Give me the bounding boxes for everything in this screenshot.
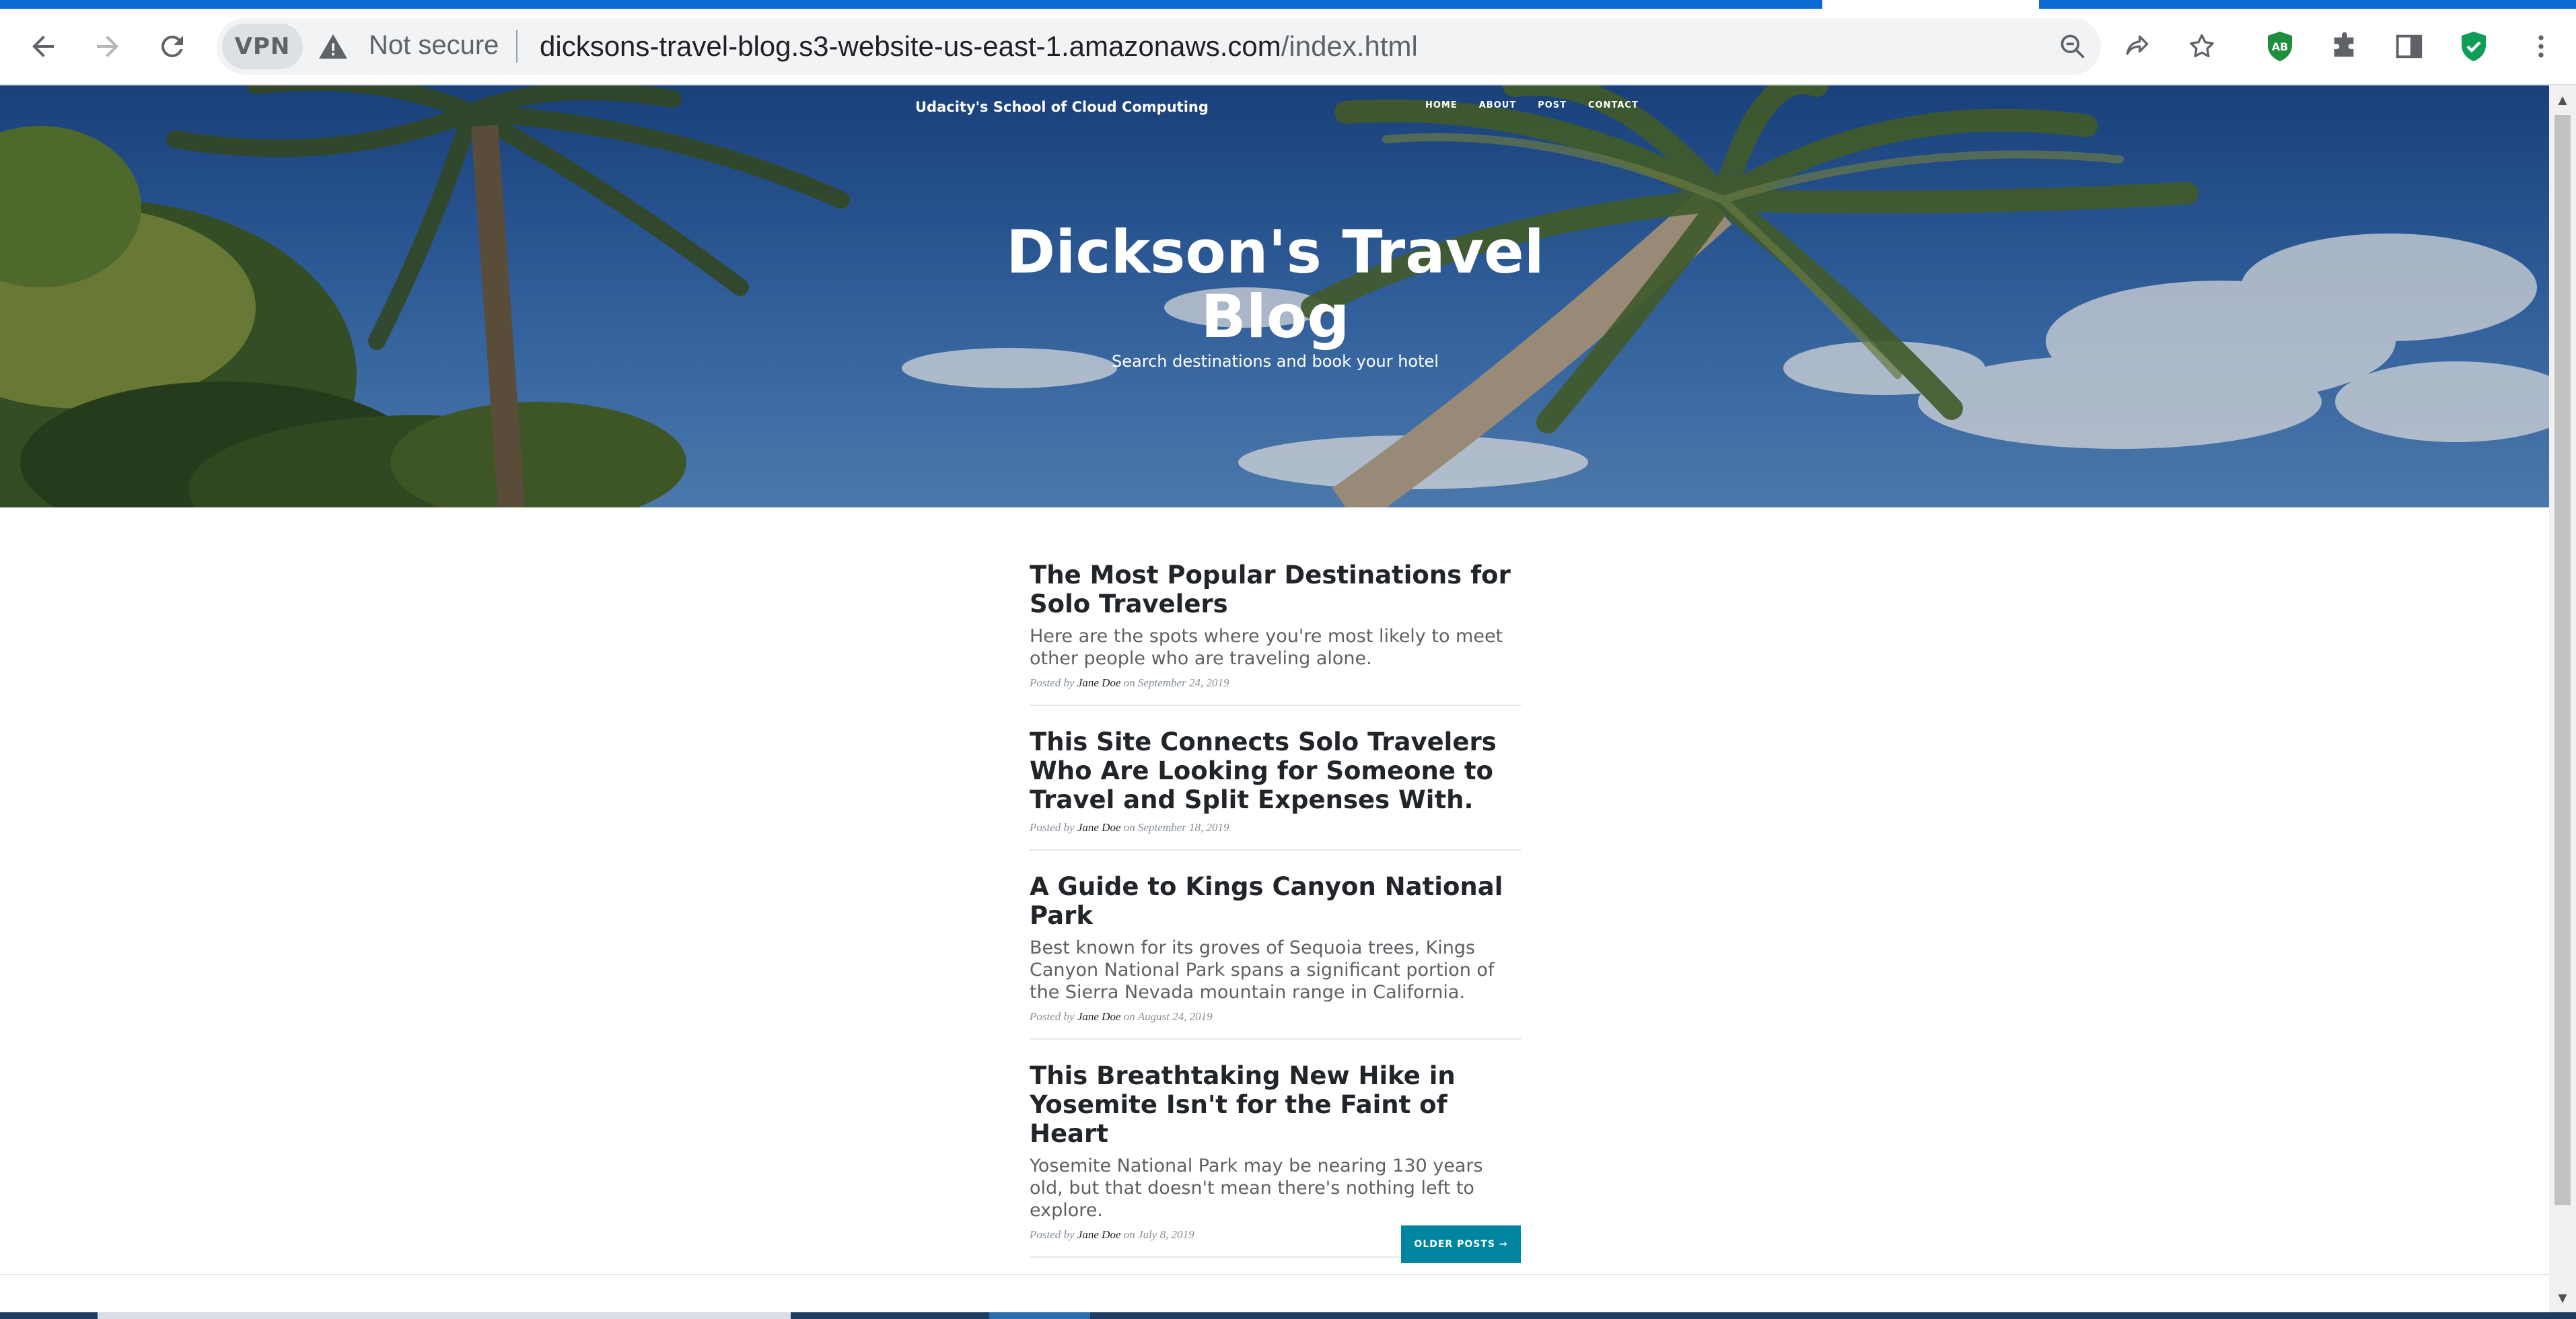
post-meta-prefix: Posted by	[1030, 1010, 1075, 1023]
tab-strip	[0, 0, 2576, 9]
url-text[interactable]: dicksons-travel-blog.s3-website-us-east-…	[540, 30, 1418, 63]
address-bar[interactable]: VPN Not secure dicksons-travel-blog.s3-w…	[217, 18, 2214, 75]
post-title[interactable]: The Most Popular Destinations for Solo T…	[1030, 561, 1521, 618]
post-title[interactable]: This Site Connects Solo Travelers Who Ar…	[1030, 727, 1521, 814]
taskbar-strip	[0, 1312, 2576, 1319]
back-icon[interactable]	[24, 28, 62, 65]
vpn-badge[interactable]: VPN	[222, 24, 303, 69]
post-date: on July 8, 2019	[1123, 1228, 1194, 1241]
hero-header: Udacity's School of Cloud Computing HOME…	[0, 85, 2549, 507]
url-path: /index.html	[1281, 30, 1418, 62]
nav-about[interactable]: ABOUT	[1479, 100, 1516, 110]
post-date: on September 18, 2019	[1123, 821, 1229, 834]
vertical-scrollbar[interactable]: ▲ ▼	[2549, 85, 2576, 1312]
post-meta: Posted by Jane Doe on September 18, 2019	[1030, 821, 1521, 834]
taskbar-segment	[989, 1312, 1090, 1319]
post-subtitle[interactable]: Here are the spots where you're most lik…	[1030, 625, 1521, 670]
post-author[interactable]: Jane Doe	[1077, 1010, 1121, 1023]
post-author[interactable]: Jane Doe	[1077, 676, 1121, 689]
scroll-up-icon[interactable]: ▲	[2554, 92, 2571, 108]
post-meta-prefix: Posted by	[1030, 1228, 1075, 1241]
hero-subtitle: Search destinations and book your hotel	[1112, 352, 1439, 371]
hero-title: Dickson's Travel Blog	[1006, 217, 1544, 351]
nav-home[interactable]: HOME	[1425, 100, 1458, 110]
site-brand[interactable]: Udacity's School of Cloud Computing	[915, 99, 1209, 115]
browser-toolbar: VPN Not secure dicksons-travel-blog.s3-w…	[0, 9, 2576, 85]
footer-divider	[0, 1274, 2549, 1275]
browser-menu-icon[interactable]	[2524, 29, 2559, 64]
omnibox-divider	[516, 30, 517, 63]
warning-icon[interactable]	[318, 32, 349, 63]
post-title[interactable]: A Guide to Kings Canyon National Park	[1030, 872, 1521, 930]
post-preview: A Guide to Kings Canyon National Park Be…	[1030, 872, 1521, 1040]
taskbar-segment	[98, 1312, 791, 1319]
active-tab[interactable]	[1822, 0, 2039, 9]
post-author[interactable]: Jane Doe	[1077, 1228, 1121, 1241]
extensions-puzzle-icon[interactable]	[2327, 29, 2362, 64]
nav-post[interactable]: POST	[1538, 100, 1567, 110]
post-preview: The Most Popular Destinations for Solo T…	[1030, 561, 1521, 706]
bookmark-star-icon[interactable]	[2183, 28, 2221, 65]
post-preview: This Site Connects Solo Travelers Who Ar…	[1030, 727, 1521, 851]
post-title[interactable]: This Breathtaking New Hike in Yosemite I…	[1030, 1061, 1521, 1148]
post-meta-prefix: Posted by	[1030, 821, 1075, 834]
extension-ab-icon[interactable]: AB	[2262, 29, 2297, 64]
url-host: dicksons-travel-blog.s3-website-us-east-…	[540, 30, 1281, 62]
page-viewport: Udacity's School of Cloud Computing HOME…	[0, 85, 2549, 1312]
older-posts-button[interactable]: OLDER POSTS →	[1401, 1225, 1521, 1263]
nav-contact[interactable]: CONTACT	[1588, 100, 1639, 110]
main-nav: HOME ABOUT POST CONTACT	[1425, 100, 1639, 110]
security-shield-icon[interactable]	[2456, 29, 2491, 64]
post-list: The Most Popular Destinations for Solo T…	[1030, 561, 1521, 1279]
post-author[interactable]: Jane Doe	[1077, 821, 1121, 834]
post-subtitle[interactable]: Best known for its groves of Sequoia tre…	[1030, 937, 1521, 1003]
share-icon[interactable]	[2118, 28, 2156, 65]
post-meta-prefix: Posted by	[1030, 676, 1075, 689]
zoom-icon[interactable]	[2054, 28, 2091, 65]
security-status[interactable]: Not secure	[369, 30, 499, 61]
post-subtitle[interactable]: Yosemite National Park may be nearing 13…	[1030, 1155, 1521, 1221]
reload-icon[interactable]	[153, 28, 191, 65]
scroll-thumb[interactable]	[2554, 115, 2571, 1205]
vpn-label: VPN	[234, 33, 291, 60]
post-meta: Posted by Jane Doe on August 24, 2019	[1030, 1010, 1521, 1024]
scroll-down-icon[interactable]: ▼	[2554, 1290, 2571, 1306]
post-meta: Posted by Jane Doe on September 24, 2019	[1030, 676, 1521, 690]
side-panel-icon[interactable]	[2392, 29, 2427, 64]
post-date: on August 24, 2019	[1123, 1010, 1213, 1023]
extension-badge-text: AB	[2272, 40, 2289, 53]
tab-bar-right	[2039, 0, 2576, 9]
forward-icon[interactable]	[89, 28, 127, 65]
post-date: on September 24, 2019	[1123, 676, 1229, 689]
tab-bar-left	[0, 0, 1822, 9]
